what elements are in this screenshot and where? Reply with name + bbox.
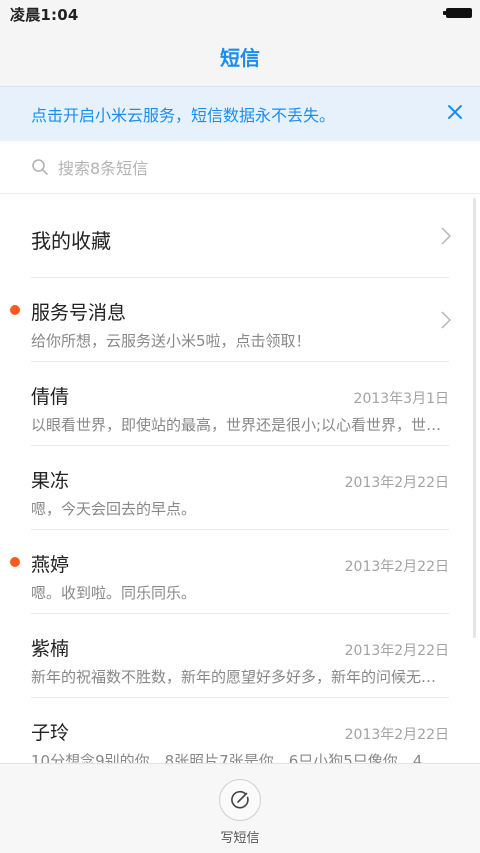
favorites-row[interactable]: 我的收藏 — [0, 194, 480, 278]
contact-name: 紫楠 — [31, 638, 70, 660]
title-bar: 短信 — [0, 26, 480, 86]
page-title: 短信 — [220, 45, 260, 70]
contact-name: 服务号消息 — [31, 302, 127, 324]
contact-name: 燕婷 — [31, 554, 70, 576]
message-date: 2013年2月22日 — [344, 643, 449, 659]
conversation-list: 我的收藏 服务号消息 给你所想，云服务送小米5啦，点击领取！ 倩倩 2013年3… — [0, 194, 480, 782]
conversation-row[interactable]: 果冻 2013年2月22日 嗯，今天会回去的早点。 — [0, 446, 480, 530]
status-time: 凌晨1:04 — [10, 6, 79, 24]
compose-button[interactable] — [219, 779, 261, 821]
conversation-row[interactable]: 倩倩 2013年3月1日 以眼看世界，即使站的最高，世界还是很小;以心看世界，世… — [0, 362, 480, 446]
message-date: 2013年2月22日 — [344, 559, 449, 575]
search-bar[interactable]: 搜索8条短信 — [0, 141, 480, 194]
status-bar: 凌晨1:04 — [0, 0, 480, 26]
message-preview: 嗯。收到啦。同乐同乐。 — [31, 584, 197, 602]
message-date: 2013年2月22日 — [344, 475, 449, 491]
message-date: 2013年3月1日 — [353, 391, 449, 407]
unread-dot — [10, 557, 20, 567]
chevron-right-icon — [441, 227, 451, 245]
message-preview: 新年的祝福数不胜数，新年的愿望好多好多，新年的问候无法言表 — [31, 668, 449, 686]
cloud-service-banner[interactable]: 点击开启小米云服务，短信数据永不丢失。 — [0, 86, 480, 141]
contact-name: 倩倩 — [31, 386, 70, 408]
conversation-row[interactable]: 服务号消息 给你所想，云服务送小米5啦，点击领取！ — [0, 278, 480, 362]
close-icon[interactable] — [446, 103, 464, 121]
contact-name: 子玲 — [31, 722, 70, 744]
message-date: 2013年2月22日 — [344, 727, 449, 743]
search-icon — [32, 159, 48, 175]
bottom-bar: 写短信 — [0, 763, 480, 853]
conversation-row[interactable]: 燕婷 2013年2月22日 嗯。收到啦。同乐同乐。 — [0, 530, 480, 614]
battery-icon — [443, 8, 472, 18]
chevron-right-icon — [441, 311, 451, 329]
unread-dot — [10, 305, 20, 315]
scrollbar[interactable] — [473, 198, 476, 638]
message-preview: 嗯，今天会回去的早点。 — [31, 500, 197, 518]
favorites-label: 我的收藏 — [31, 229, 111, 253]
contact-name: 果冻 — [31, 470, 70, 492]
conversation-row[interactable]: 紫楠 2013年2月22日 新年的祝福数不胜数，新年的愿望好多好多，新年的问候无… — [0, 614, 480, 698]
compose-icon — [231, 790, 249, 809]
banner-text[interactable]: 点击开启小米云服务，短信数据永不丢失。 — [31, 102, 335, 126]
compose-label: 写短信 — [220, 831, 260, 846]
message-preview: 以眼看世界，即使站的最高，世界还是很小;以心看世界，世界还是很大 — [31, 416, 449, 434]
search-input[interactable]: 搜索8条短信 — [58, 155, 148, 179]
message-preview: 给你所想，云服务送小米5啦，点击领取！ — [31, 332, 311, 350]
